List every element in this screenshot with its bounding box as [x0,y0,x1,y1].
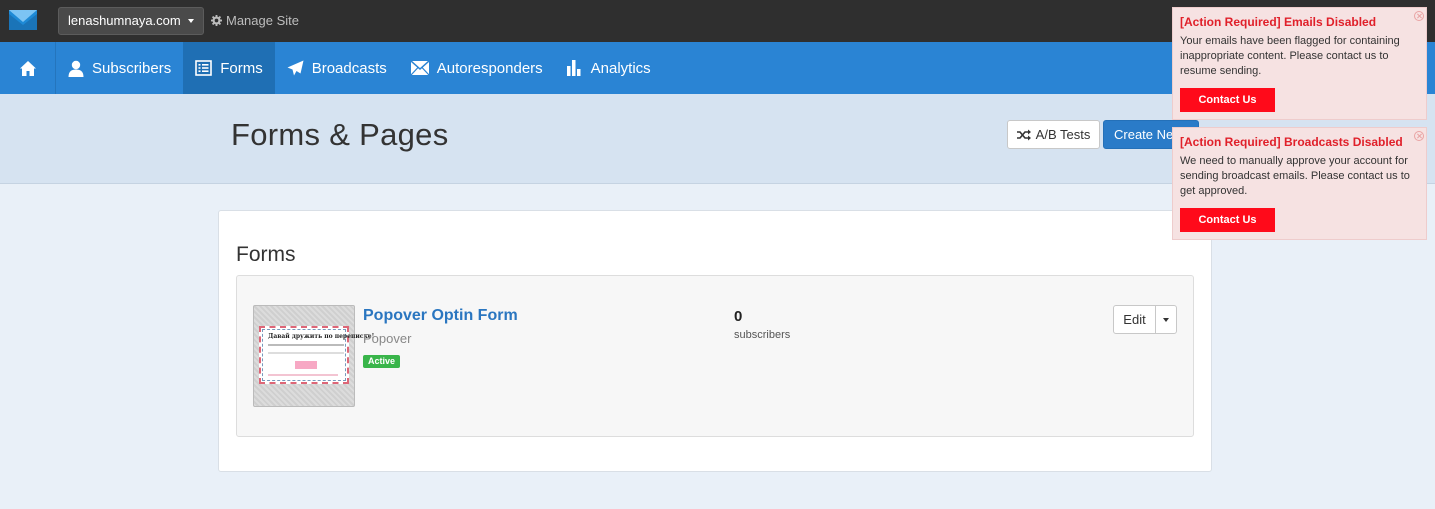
site-name: lenashumnaya.com [68,13,181,28]
subscriber-count: 0 [734,308,743,325]
nav-item-forms[interactable]: Forms [183,42,275,94]
form-name-link[interactable]: Popover Optin Form [363,307,518,325]
alert-title: [Action Required] Emails Disabled [1180,15,1377,29]
bar-chart-icon [566,60,581,76]
alert-text: We need to manually approve your account… [1180,155,1410,197]
nav-item-label: Broadcasts [311,59,387,77]
thumbnail-text-line [268,344,344,346]
contact-us-button[interactable]: Contact Us [1180,208,1275,232]
status-badge: Active [363,355,401,368]
nav-item-label: Autoresponders [436,59,543,77]
alert-text: Your emails have been flagged for contai… [1180,35,1400,77]
ab-tests-button[interactable]: A/B Tests [1007,120,1100,149]
forms-icon [195,60,213,76]
alert-broadcasts-disabled: [Action Required] Broadcasts Disabled We… [1172,127,1427,240]
edit-button[interactable]: Edit [1113,305,1156,334]
alert-emails-disabled: [Action Required] Emails Disabled Your e… [1172,7,1427,120]
close-icon[interactable] [1414,11,1424,21]
nav-item-broadcasts[interactable]: Broadcasts [275,42,399,94]
nav-item-analytics[interactable]: Analytics [555,42,663,94]
thumbnail-title: Давай дружить по переписке! [268,333,375,340]
forms-panel-title: Forms [236,243,296,266]
page-title: Forms & Pages [231,117,449,152]
mail-logo-icon[interactable] [9,8,37,32]
thumbnail-preview: Давай дружить по переписке! [259,326,374,384]
site-selector-dropdown[interactable]: lenashumnaya.com [58,7,204,35]
user-icon [68,60,84,77]
shuffle-icon [1016,129,1031,140]
nav-item-label: Subscribers [92,59,172,77]
form-thumbnail[interactable]: Давай дружить по переписке! [253,305,374,407]
caret-down-icon [1163,317,1169,322]
form-type: Popover [363,331,412,346]
thumbnail-footer-line [268,374,338,376]
envelope-icon [410,61,429,75]
nav-item-label: Forms [220,59,263,77]
nav-item-subscribers[interactable]: Subscribers [56,42,183,94]
nav-home[interactable] [0,42,56,94]
subscriber-count-label: subscribers [734,329,791,341]
thumbnail-input-line [268,352,344,354]
alert-title: [Action Required] Broadcasts Disabled [1180,135,1403,149]
thumbnail-button [295,361,317,369]
caret-down-icon [187,19,194,23]
nav-item-autoresponders[interactable]: Autoresponders [399,42,555,94]
gear-icon [211,15,222,26]
manage-site-link[interactable]: Manage Site [211,13,299,28]
ab-tests-label: A/B Tests [1035,127,1091,142]
close-icon[interactable] [1414,131,1424,141]
home-icon [19,60,36,76]
manage-site-label: Manage Site [226,13,299,28]
edit-dropdown-toggle[interactable] [1155,305,1177,334]
paper-plane-icon [287,60,304,76]
nav-item-label: Analytics [590,59,651,77]
contact-us-button[interactable]: Contact Us [1180,88,1275,112]
